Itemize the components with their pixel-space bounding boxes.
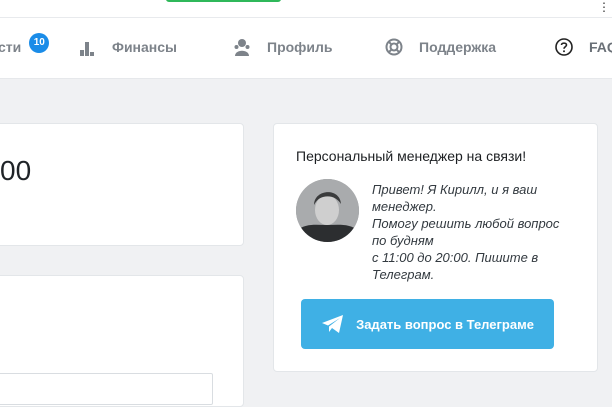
lifebuoy-icon [385, 38, 403, 56]
user-icon [233, 38, 251, 56]
notification-badge: 10 [29, 33, 50, 53]
nav-item-support[interactable]: Поддержка [385, 33, 496, 61]
manager-message-line: Привет! Я Кирилл, и я ваш [372, 182, 538, 197]
balance-value: 00 [0, 155, 32, 186]
nav-item-label: сти [0, 39, 22, 55]
input-field[interactable] [0, 373, 213, 405]
telegram-button-label: Задать вопрос в Телеграме [356, 316, 534, 332]
nav-item-label: FAQ [589, 39, 612, 55]
telegram-icon [321, 314, 345, 334]
manager-message-line: с 11:00 до 20:00. Пишите в [372, 250, 539, 265]
secondary-card [0, 275, 244, 407]
top-navigation: ⋮ сти 10 Финансы Профиль Поддержка FA [0, 0, 612, 79]
manager-card-title: Персональный менеджер на связи! [296, 148, 527, 164]
nav-item-label: Поддержка [419, 39, 497, 55]
manager-avatar [296, 179, 359, 242]
nav-item-finance[interactable]: Финансы [78, 33, 177, 61]
bar-chart-icon [78, 38, 96, 56]
nav-item-label: Профиль [267, 39, 333, 55]
balance-card [0, 123, 244, 246]
question-circle-icon [555, 38, 573, 56]
manager-message: Привет! Я Кирилл, и я ваш менеджер. Помо… [372, 181, 587, 283]
menu-dots-icon[interactable]: ⋮ [598, 0, 610, 14]
nav-item-label: Финансы [112, 39, 177, 55]
telegram-question-button[interactable]: Задать вопрос в Телеграме [301, 299, 554, 349]
nav-item-notifications[interactable]: сти 10 [0, 33, 50, 61]
manager-message-line: по будням [372, 233, 434, 248]
top-strip: ⋮ [0, 0, 612, 18]
manager-message-line: Телеграм. [372, 267, 435, 282]
manager-message-line: Помогу решить любой вопрос [372, 216, 560, 231]
nav-item-faq[interactable]: FAQ [555, 33, 612, 61]
top-green-button[interactable] [166, 0, 281, 2]
manager-message-line: менеджер. [372, 199, 437, 214]
manager-card: Персональный менеджер на связи! Привет! … [273, 123, 598, 372]
nav-item-profile[interactable]: Профиль [233, 33, 333, 61]
